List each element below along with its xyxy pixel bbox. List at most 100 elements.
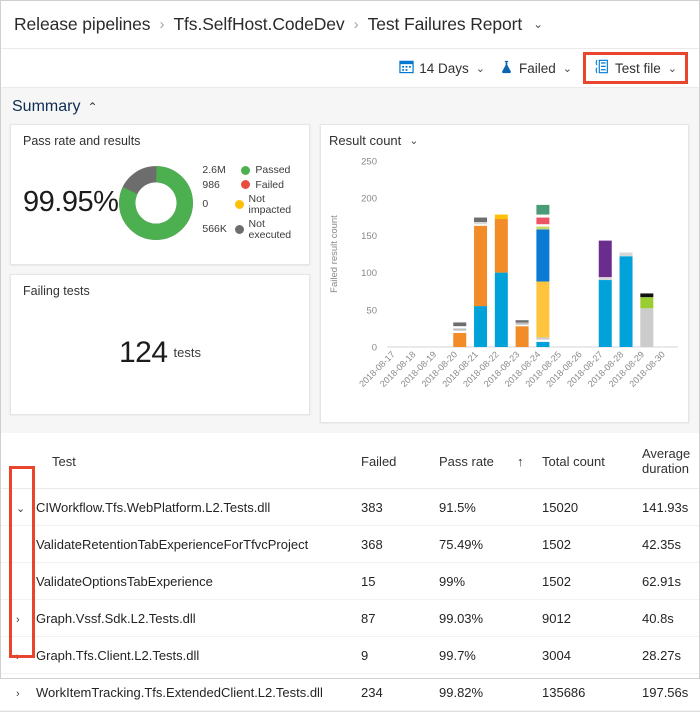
column-header-average-duration[interactable]: Average duration [642, 433, 700, 489]
legend-value: 2.6M [202, 164, 226, 176]
svg-text:200: 200 [361, 194, 377, 205]
date-range-filter[interactable]: 14 Days ⌄ [392, 55, 492, 81]
legend-color-dot [241, 180, 251, 190]
row-pass-rate: 91.5% [439, 488, 517, 526]
column-header-test[interactable]: Test [36, 433, 361, 489]
legend-item-failed: 986 Failed [202, 178, 298, 191]
chevron-down-icon[interactable]: ⌄ [409, 134, 418, 147]
svg-text:100: 100 [361, 268, 377, 279]
row-failed-count: 368 [361, 525, 439, 563]
row-test-name[interactable]: CIWorkflow.Tfs.WebPlatform.L2.Tests.dll [36, 488, 361, 526]
sort-ascending-icon[interactable]: ↑ [517, 433, 542, 489]
legend-item-not-impacted: 0 Not impacted [202, 194, 298, 215]
expand-column-header [0, 433, 36, 489]
failing-tests-card-title: Failing tests [23, 284, 90, 298]
row-total-count: 9012 [542, 599, 642, 637]
row-test-name[interactable]: Graph.Tfs.Client.L2.Tests.dll [36, 636, 361, 674]
row-total-count: 135686 [542, 673, 642, 711]
row-expand-toggle[interactable]: › [0, 636, 36, 674]
row-pass-rate: 99.03% [439, 599, 517, 637]
chevron-right-icon[interactable]: › [0, 614, 20, 626]
row-pass-rate: 99.82% [439, 673, 517, 711]
row-expand-spacer [0, 562, 36, 600]
pass-rate-value: 99.95% [23, 186, 119, 218]
group-list-icon [594, 59, 610, 77]
svg-text:0: 0 [372, 343, 377, 354]
chevron-down-icon: ⌄ [475, 62, 485, 75]
summary-section: Summary ⌃ Pass rate and results 99.95% 2… [0, 88, 700, 433]
row-test-name[interactable]: Graph.Vssf.Sdk.L2.Tests.dll [36, 599, 361, 637]
test-results-table: Test Failed Pass rate ↑ Total count Aver… [0, 433, 700, 711]
legend-label: Not executed [248, 218, 292, 241]
result-count-chart-plot: 0 50 100 150 200 250 Failed result count 2018-0… [321, 151, 690, 421]
svg-text:50: 50 [366, 305, 377, 316]
chevron-right-icon[interactable]: › [0, 688, 20, 700]
legend-value: 986 [202, 178, 220, 191]
row-sort-spacer [517, 599, 542, 637]
row-pass-rate: 99.7% [439, 636, 517, 674]
column-header-total-count[interactable]: Total count [542, 433, 642, 489]
group-by-filter-label: Test file [615, 60, 661, 76]
row-total-count: 3004 [542, 636, 642, 674]
outcome-filter[interactable]: Failed ⌄ [492, 55, 579, 82]
table-row[interactable]: › Graph.Tfs.Client.L2.Tests.dll 9 99.7% 3004… [0, 636, 700, 674]
chevron-down-icon: ⌄ [562, 62, 572, 75]
column-header-failed[interactable]: Failed [361, 433, 439, 489]
summary-title: Summary [12, 98, 81, 115]
row-expand-toggle[interactable]: ⌄ [0, 488, 36, 526]
row-test-name[interactable]: ValidateRetentionTabExperienceForTfvcPro… [36, 525, 361, 563]
table-row[interactable]: ValidateRetentionTabExperienceForTfvcPro… [0, 525, 700, 563]
group-by-filter-highlight: Test file ⌄ [583, 52, 688, 84]
row-average-duration: 40.8s [642, 599, 700, 637]
failing-tests-card: Failing tests 124 tests [10, 274, 310, 415]
row-total-count: 15020 [542, 488, 642, 526]
table-row[interactable]: › Graph.Vssf.Sdk.L2.Tests.dll 87 99.03% 9012… [0, 599, 700, 637]
row-pass-rate: 99% [439, 562, 517, 600]
row-sort-spacer [517, 562, 542, 600]
row-failed-count: 87 [361, 599, 439, 637]
group-by-filter[interactable]: Test file ⌄ [590, 57, 681, 79]
breadcrumb-item-pipeline[interactable]: Tfs.SelfHost.CodeDev [173, 14, 344, 35]
row-total-count: 1502 [542, 525, 642, 563]
pass-rate-legend: 2.6M Passed 986 Failed 0 Not impacted 56… [202, 165, 298, 240]
chevron-down-icon[interactable]: ⌄ [0, 502, 25, 515]
breadcrumb: Release pipelines › Tfs.SelfHost.CodeDev… [0, 0, 700, 48]
row-failed-count: 15 [361, 562, 439, 600]
row-expand-toggle[interactable]: › [0, 673, 36, 711]
legend-item-not-executed: 566K Not executed [202, 219, 298, 240]
legend-color-dot [234, 200, 244, 209]
legend-color-dot [234, 225, 244, 234]
summary-header[interactable]: Summary ⌃ [10, 96, 690, 124]
filter-toolbar: 14 Days ⌄ Failed ⌄ Test file ⌄ [0, 48, 700, 88]
table-row[interactable]: ⌄ CIWorkflow.Tfs.WebPlatform.L2.Tests.dll… [0, 488, 700, 526]
legend-item-passed: 2.6M Passed [202, 165, 298, 176]
table-header-row: Test Failed Pass rate ↑ Total count Aver… [0, 433, 700, 489]
row-failed-count: 9 [361, 636, 439, 674]
breadcrumb-item-report[interactable]: Test Failures Report [368, 14, 523, 35]
row-sort-spacer [517, 525, 542, 563]
breadcrumb-separator-icon: › [353, 15, 359, 33]
failing-tests-count: 124 [118, 335, 168, 369]
svg-text:250: 250 [361, 157, 377, 168]
failing-tests-unit: tests [173, 345, 202, 360]
outcome-filter-label: Failed [519, 60, 556, 76]
pass-rate-card: Pass rate and results 99.95% 2.6M Passed… [10, 124, 310, 265]
legend-label: Not impacted [248, 193, 292, 216]
chevron-up-icon[interactable]: ⌃ [87, 100, 97, 114]
table-row[interactable]: › WorkItemTracking.Tfs.ExtendedClient.L2.… [0, 673, 700, 711]
breadcrumb-item-release-pipelines[interactable]: Release pipelines [14, 14, 151, 35]
row-test-name[interactable]: ValidateOptionsTabExperience [36, 562, 361, 600]
legend-label: Passed [255, 164, 291, 176]
svg-text:Failed result count: Failed result count [329, 215, 340, 293]
legend-label: Failed [255, 178, 284, 191]
row-sort-spacer [517, 636, 542, 674]
result-count-chart-header[interactable]: Result count ⌄ [329, 133, 682, 148]
chevron-down-icon[interactable]: ⌄ [533, 17, 543, 31]
table-row[interactable]: ValidateOptionsTabExperience 15 99% 1502 62.… [0, 562, 700, 600]
breadcrumb-separator-icon: › [159, 15, 165, 33]
row-test-name[interactable]: WorkItemTracking.Tfs.ExtendedClient.L2.T… [36, 673, 361, 711]
row-expand-toggle[interactable]: › [0, 599, 36, 637]
column-header-pass-rate[interactable]: Pass rate [439, 433, 517, 489]
chevron-right-icon[interactable]: › [0, 651, 20, 663]
date-range-filter-label: 14 Days [419, 60, 469, 76]
